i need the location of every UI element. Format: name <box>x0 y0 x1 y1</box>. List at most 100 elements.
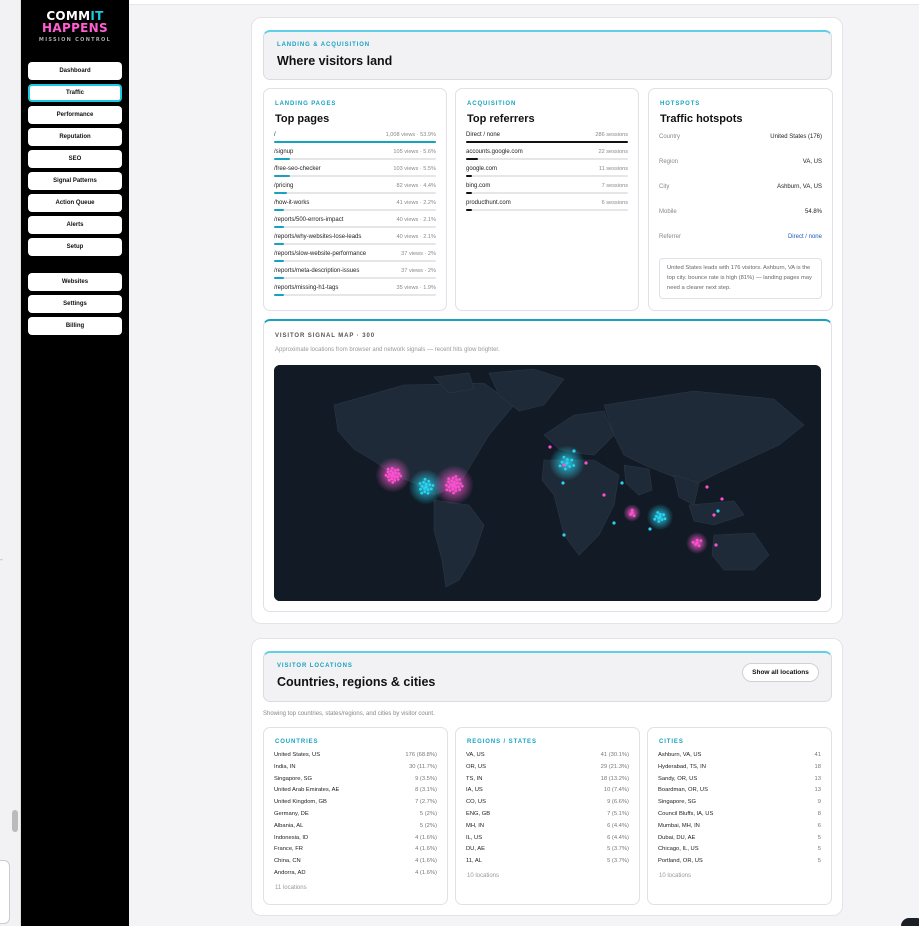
nav-billing[interactable]: Billing <box>28 317 122 335</box>
locations-kicker: VISITOR LOCATIONS <box>277 663 353 669</box>
page-share-bar <box>274 141 436 143</box>
hotspot-key: City <box>659 184 670 190</box>
side-tab[interactable] <box>0 860 10 924</box>
signal-mideast-dot <box>629 513 632 516</box>
countries-count: 4 (1.6%) <box>415 846 437 853</box>
page-row[interactable]: /free-seo-checker 103 views · 5.5% <box>274 166 436 183</box>
signal-seasia-dot <box>695 538 699 542</box>
page-row[interactable]: /signup 105 views · 5.6% <box>274 149 436 166</box>
nav-action-queue[interactable]: Action Queue <box>28 194 122 212</box>
show-all-locations-button[interactable]: Show all locations <box>742 663 819 682</box>
referrer-row[interactable]: google.com 11 sessions <box>466 166 628 183</box>
landing-panel: LANDING & ACQUISITION Where visitors lan… <box>251 17 843 624</box>
signal-europe-dot <box>565 458 569 461</box>
page-share-bar <box>274 277 284 279</box>
page-row[interactable]: /pricing 82 views · 4.4% <box>274 183 436 200</box>
regions-name: CO, US <box>466 799 486 806</box>
page-path: /pricing <box>274 183 294 189</box>
cities-row: Mumbai, MH, IN 6 <box>658 823 821 834</box>
signal-east-dot <box>460 484 464 488</box>
countries-count: 176 (68.8%) <box>405 752 437 758</box>
regions-name: ENG, GB <box>466 811 491 817</box>
signal-dot <box>548 445 552 449</box>
nav-traffic[interactable]: Traffic <box>28 84 122 102</box>
signal-dot <box>712 513 716 517</box>
nav-settings[interactable]: Settings <box>28 295 122 313</box>
cities-name: Hyderabad, TS, IN <box>658 763 706 770</box>
scroll-handle[interactable] <box>12 810 18 832</box>
chat-launcher[interactable] <box>901 918 919 926</box>
countries-row: Albania, AL 5 (2%) <box>274 823 437 834</box>
referrer-share-bar <box>466 141 628 143</box>
referrer-row[interactable]: accounts.google.com 22 sessions <box>466 149 628 166</box>
signal-east-dot <box>451 484 454 488</box>
nav-reputation[interactable]: Reputation <box>28 128 122 146</box>
signal-west-dot <box>394 471 398 475</box>
page-row[interactable]: /reports/500-errors-impact 40 views · 2.1… <box>274 217 436 234</box>
referrer-source: accounts.google.com <box>466 149 523 155</box>
page-row[interactable]: / 1,008 views · 53.9% <box>274 132 436 149</box>
signal-west-dot <box>393 479 397 482</box>
cities-count: 9 <box>817 799 821 806</box>
hotspot-value[interactable]: Direct / none <box>788 234 822 240</box>
cities-row: Ashburn, VA, US 41 <box>658 752 821 763</box>
cities-name: Mumbai, MH, IN <box>658 822 700 829</box>
nav-signal-patterns[interactable]: Signal Patterns <box>28 172 122 190</box>
page-share-track <box>274 294 436 296</box>
referrer-source: google.com <box>466 166 498 172</box>
signal-west-dot <box>396 468 400 472</box>
page-row[interactable]: /reports/slow-website-performance 37 view… <box>274 251 436 268</box>
signal-west-dot <box>393 475 397 479</box>
regions-count: 41 (30.1%) <box>600 752 629 758</box>
page-row[interactable]: /reports/missing-h1-tags 35 views · 1.9% <box>274 285 436 302</box>
signal-east-dot <box>451 487 455 491</box>
signal-east-dot <box>458 488 461 492</box>
landing-title: Where visitors land <box>277 54 393 68</box>
signal-west-dot <box>391 481 395 484</box>
signal-europe-dot <box>564 467 567 471</box>
referrer-share-track <box>466 192 628 194</box>
countries-name: United States, US <box>274 752 321 758</box>
signal-india-dot <box>654 514 658 518</box>
hotspots-note: United States leads with 176 visitors. A… <box>659 258 822 299</box>
signal-east-dot <box>445 488 449 492</box>
signal-west-dot <box>390 477 394 481</box>
countries-row: Germany, DE 5 (2%) <box>274 811 437 822</box>
regions-row: TS, IN 18 (13.2%) <box>466 776 629 787</box>
page-share-bar <box>274 192 287 194</box>
page-row[interactable]: /how-it-works 41 views · 2.2% <box>274 200 436 217</box>
page-views: 37 views · 2% <box>401 268 436 274</box>
top-pages-kicker: LANDING PAGES <box>275 101 337 107</box>
visitor-map[interactable] <box>274 365 821 601</box>
page-row[interactable]: /reports/meta-description-issues 37 views… <box>274 268 436 285</box>
signal-west-dot <box>397 472 401 476</box>
countries-name: China, CN <box>274 858 301 865</box>
nav-performance[interactable]: Performance <box>28 106 122 124</box>
signal-central-dot <box>426 488 430 492</box>
cities-name: Ashburn, VA, US <box>658 752 702 758</box>
countries-row: Andorra, AD 4 (1.6%) <box>274 870 437 881</box>
cities-row: Dubai, DU, AE 5 <box>658 835 821 846</box>
signal-dot <box>561 481 565 485</box>
signal-east-dot <box>458 478 461 481</box>
countries-name: India, IN <box>274 763 296 770</box>
signal-india-dot <box>657 516 660 520</box>
referrer-row[interactable]: Direct / none 286 sessions <box>466 132 628 149</box>
page-views: 105 views · 5.6% <box>393 149 436 155</box>
signal-seasia-dot <box>691 540 695 544</box>
cities-count: 8 <box>817 811 821 817</box>
referrer-row[interactable]: producthunt.com 6 sessions <box>466 200 628 217</box>
page-share-track <box>274 141 436 143</box>
nav-dashboard[interactable]: Dashboard <box>28 62 122 80</box>
nav-websites[interactable]: Websites <box>28 273 122 291</box>
page-row[interactable]: /reports/why-websites-lose-leads 40 views… <box>274 234 436 251</box>
regions-kicker: REGIONS / STATES <box>467 739 537 745</box>
signal-dot <box>584 461 588 465</box>
nav-setup[interactable]: Setup <box>28 238 122 256</box>
signal-east-dot <box>449 483 452 486</box>
referrer-row[interactable]: bing.com 7 sessions <box>466 183 628 200</box>
signal-east-dot <box>450 479 454 483</box>
nav-seo[interactable]: SEO <box>28 150 122 168</box>
signal-east-dot <box>445 483 448 487</box>
nav-alerts[interactable]: Alerts <box>28 216 122 234</box>
